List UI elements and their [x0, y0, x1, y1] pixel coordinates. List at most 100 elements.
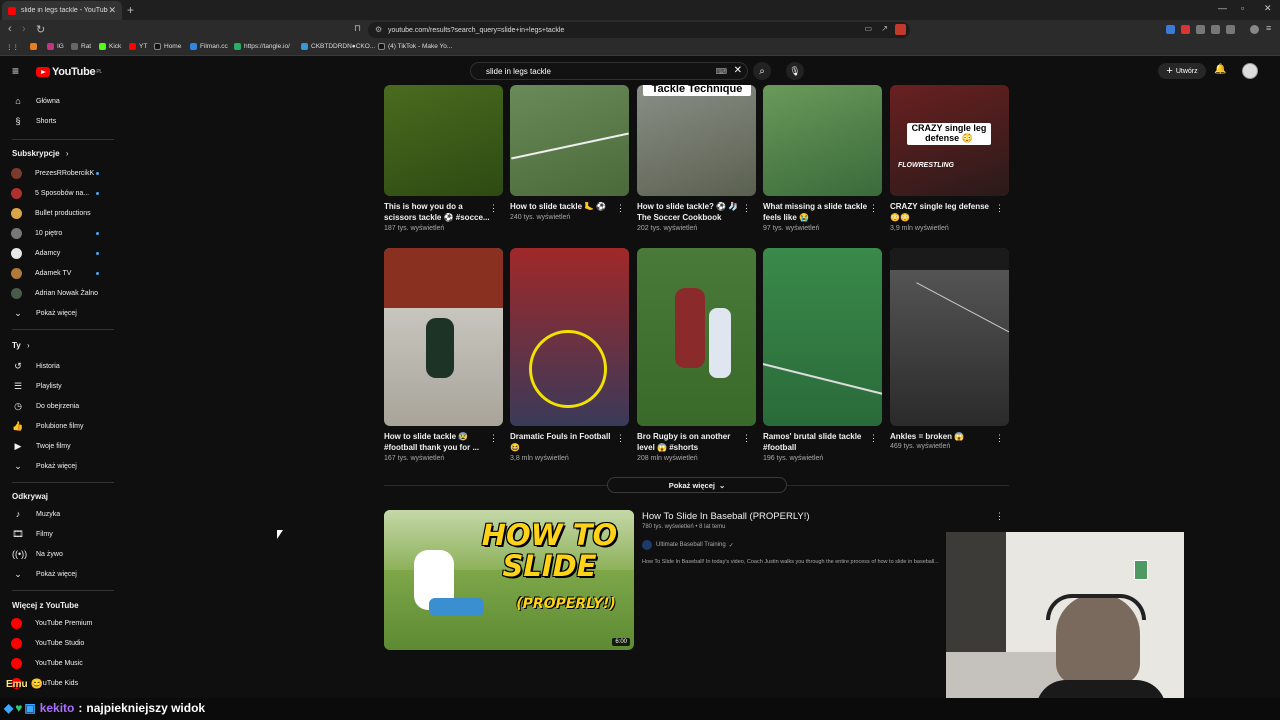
- voice-search-button[interactable]: 🎙: [786, 62, 804, 80]
- subscription-item[interactable]: Adamcy: [0, 243, 116, 263]
- notifications-bell-icon[interactable]: 🔔: [1214, 64, 1226, 75]
- more-options-icon[interactable]: ⋮: [995, 203, 1004, 214]
- short-thumbnail[interactable]: CRAZY single leg defense 😳 FLOWRESTLING: [890, 85, 1009, 196]
- short-thumbnail[interactable]: [890, 248, 1009, 426]
- explore-show-more[interactable]: ⌄ Pokaż więcej: [0, 564, 116, 584]
- short-thumbnail[interactable]: [384, 85, 503, 196]
- bookmark-ig[interactable]: IG: [47, 43, 64, 50]
- short-title[interactable]: Ankles = broken 😱: [890, 431, 998, 442]
- subscription-item[interactable]: Bullet productions: [0, 203, 116, 223]
- shorts-show-more-button[interactable]: Pokaż więcej ⌄: [607, 477, 787, 493]
- sidebar-item-shorts[interactable]: § Shorts: [0, 111, 116, 131]
- profile-icon[interactable]: [1250, 25, 1259, 34]
- bookmark-item[interactable]: [30, 43, 40, 50]
- sidebar-item-studio[interactable]: YouTube Studio: [0, 633, 116, 653]
- bookmark-icon[interactable]: ⊓: [354, 23, 361, 34]
- short-title[interactable]: Dramatic Fouls in Football 😆: [510, 431, 618, 453]
- more-options-icon[interactable]: ⋮: [489, 203, 498, 214]
- search-input[interactable]: slide in legs tackle ⌨ ✕: [470, 62, 748, 80]
- back-icon[interactable]: ‹: [8, 23, 12, 35]
- subscription-item[interactable]: Adamek TV: [0, 263, 116, 283]
- keyboard-icon[interactable]: ⌨: [715, 67, 727, 76]
- share-icon[interactable]: ↗: [881, 24, 888, 33]
- subscription-item[interactable]: PrezesRRobercikK: [0, 163, 116, 183]
- extension-icon[interactable]: [1166, 25, 1175, 34]
- search-button[interactable]: ⌕: [753, 62, 771, 80]
- create-button[interactable]: + Utwórz: [1158, 63, 1206, 79]
- more-options-icon[interactable]: ⋮: [869, 203, 878, 214]
- close-tab-icon[interactable]: ✕: [108, 5, 116, 16]
- hamburger-menu-icon[interactable]: ≡: [12, 64, 19, 78]
- bookmark-rat[interactable]: Rat: [71, 43, 91, 50]
- more-options-icon[interactable]: ⋮: [742, 203, 751, 214]
- short-thumbnail[interactable]: [384, 248, 503, 426]
- sidebar-item-movies[interactable]: 🎞 Filmy: [0, 524, 116, 544]
- clear-search-icon[interactable]: ✕: [734, 65, 742, 76]
- apps-icon[interactable]: ⋮⋮: [6, 43, 19, 51]
- bookmark-ckb[interactable]: CKBTDDRDN●CKO...: [301, 43, 375, 50]
- account-avatar[interactable]: [1242, 63, 1258, 79]
- bookmark-yt[interactable]: YT: [129, 43, 147, 50]
- short-title[interactable]: How to slide tackle? ⚽ 🧦 The Soccer Cook…: [637, 201, 745, 223]
- bookmark-tiktok[interactable]: (4) TikTok - Make Yo...: [378, 43, 452, 50]
- sidebar-item-home[interactable]: ⌂ Główna: [0, 91, 116, 111]
- bookmark-kick[interactable]: Kick: [99, 43, 121, 50]
- subscription-item[interactable]: Adrian Nowak Żalno: [0, 283, 116, 303]
- extension-icon[interactable]: [1211, 25, 1220, 34]
- bookmark-tangle[interactable]: https://tangle.io/: [234, 43, 290, 50]
- reload-icon[interactable]: ↻: [36, 23, 45, 36]
- bookmark-filman[interactable]: Filman.cc: [190, 43, 228, 50]
- more-options-icon[interactable]: ⋮: [742, 433, 751, 444]
- more-options-icon[interactable]: ⋮: [995, 511, 1004, 522]
- video-thumbnail[interactable]: HOW TO SLIDE (PROPERLY!) 6:00: [384, 510, 634, 650]
- sidebar-item-history[interactable]: ↺ Historia: [0, 356, 116, 376]
- sidebar-item-playlists[interactable]: ☰ Playlisty: [0, 376, 116, 396]
- subscription-item[interactable]: 5 Sposobów na...: [0, 183, 116, 203]
- more-options-icon[interactable]: ⋮: [616, 203, 625, 214]
- short-title[interactable]: How to slide tackle 🦶 ⚽: [510, 201, 618, 212]
- url-field[interactable]: ⚙ youtube.com/results?search_query=slide…: [368, 22, 910, 38]
- subscription-item[interactable]: 10 piętro: [0, 223, 116, 243]
- sidebar-item-liked[interactable]: 👍 Polubione filmy: [0, 416, 116, 436]
- sidebar-item-music[interactable]: ♪ Muzyka: [0, 504, 116, 524]
- extension-shield-icon[interactable]: [895, 24, 906, 35]
- minimize-icon[interactable]: —: [1218, 3, 1227, 13]
- more-options-icon[interactable]: ⋮: [489, 433, 498, 444]
- site-info-icon[interactable]: ⚙: [375, 25, 382, 34]
- sidebar-item-live[interactable]: ((•)) Na żywo: [0, 544, 116, 564]
- sidebar-item-premium[interactable]: YouTube Premium: [0, 613, 116, 633]
- maximize-icon[interactable]: ▫: [1241, 3, 1244, 13]
- forward-icon[interactable]: ›: [22, 23, 26, 35]
- short-thumbnail[interactable]: [510, 85, 629, 196]
- extension-icon[interactable]: [1196, 25, 1205, 34]
- short-title[interactable]: Ramos' brutal slide tackle #football: [763, 431, 871, 453]
- short-thumbnail[interactable]: [637, 248, 756, 426]
- youtube-logo[interactable]: YouTube PL: [36, 66, 102, 78]
- more-options-icon[interactable]: ⋮: [869, 433, 878, 444]
- short-title[interactable]: How to slide tackle 😰 #football thank yo…: [384, 431, 492, 453]
- new-tab-icon[interactable]: +: [127, 3, 134, 17]
- menu-icon[interactable]: ≡: [1266, 23, 1271, 33]
- short-thumbnail[interactable]: Tackle Technique: [637, 85, 756, 196]
- short-title[interactable]: Bro Rugby is on another level 😱 #shorts: [637, 431, 745, 453]
- more-options-icon[interactable]: ⋮: [616, 433, 625, 444]
- extension-icon[interactable]: [1181, 25, 1190, 34]
- screenshot-icon[interactable]: ▭: [864, 24, 872, 33]
- browser-tab[interactable]: slide in legs tackle - YouTube ✕: [2, 1, 122, 20]
- sidebar-item-music-app[interactable]: YouTube Music: [0, 653, 116, 673]
- short-title[interactable]: This is how you do a scissors tackle ⚽ #…: [384, 201, 492, 223]
- sidebar-item-your-videos[interactable]: ▶ Twoje filmy: [0, 436, 116, 456]
- video-title[interactable]: How To Slide In Baseball (PROPERLY!): [642, 511, 810, 522]
- you-show-more[interactable]: ⌄ Pokaż więcej: [0, 456, 116, 476]
- short-title[interactable]: CRAZY single leg defense 😳😳: [890, 201, 998, 223]
- short-title[interactable]: What missing a slide tackle feels like 😭: [763, 201, 871, 223]
- channel-row[interactable]: Ultimate Baseball Training ✓: [642, 540, 734, 550]
- subscriptions-heading[interactable]: Subskrypcje ›: [12, 149, 68, 158]
- close-window-icon[interactable]: ✕: [1264, 3, 1272, 14]
- short-thumbnail[interactable]: [510, 248, 629, 426]
- more-options-icon[interactable]: ⋮: [995, 433, 1004, 444]
- you-heading[interactable]: Ty ›: [12, 341, 30, 350]
- sidebar-item-watch-later[interactable]: ◷ Do obejrzenia: [0, 396, 116, 416]
- subscriptions-show-more[interactable]: ⌄ Pokaż więcej: [0, 303, 116, 323]
- short-thumbnail[interactable]: [763, 85, 882, 196]
